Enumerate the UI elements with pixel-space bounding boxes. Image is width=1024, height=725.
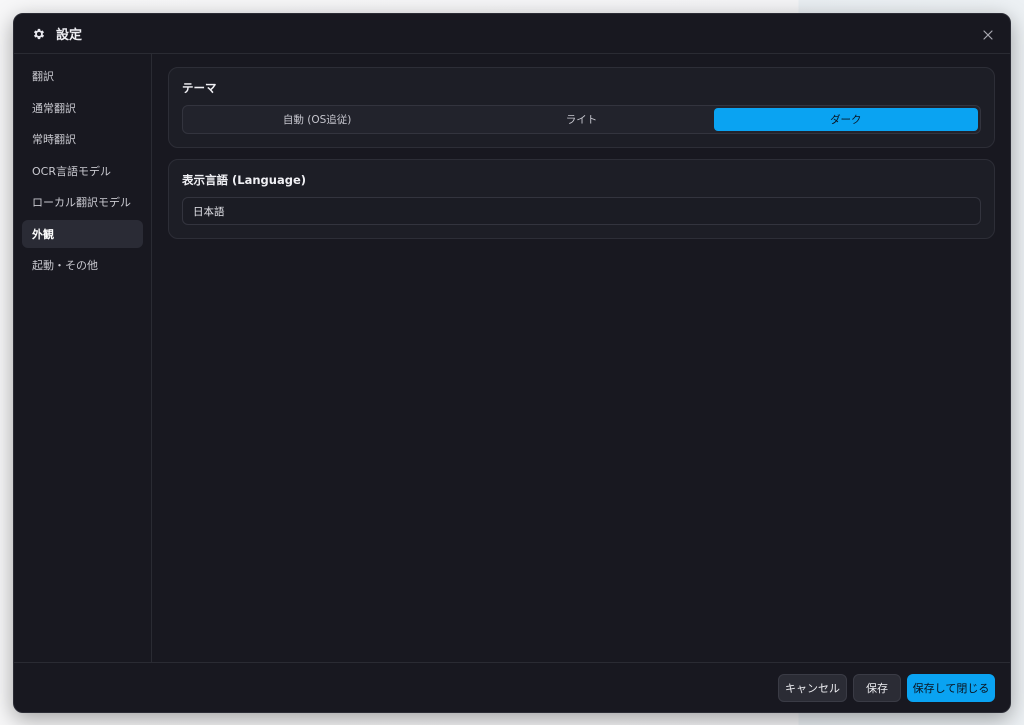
theme-option-light[interactable]: ライト [449,108,713,131]
sidebar-item-local-translation-model[interactable]: ローカル翻訳モデル [22,188,143,216]
theme-selector: 自動 (OS追従) ライト ダーク [182,105,981,134]
language-card: 表示言語 (Language) 日本語 [168,159,995,239]
theme-title: テーマ [182,81,217,95]
theme-card: テーマ 自動 (OS追従) ライト ダーク [168,67,995,148]
theme-option-auto[interactable]: 自動 (OS追従) [185,108,449,131]
sidebar-item-ocr-language-model[interactable]: OCR言語モデル [22,157,143,185]
window-title: 設定 [56,28,83,43]
language-select[interactable]: 日本語 [182,197,981,225]
close-icon [983,25,993,44]
sidebar-item-normal-translation[interactable]: 通常翻訳 [22,94,143,122]
dialog-footer: キャンセル 保存 保存して閉じる [14,662,1010,712]
sidebar-item-translation[interactable]: 翻訳 [22,62,143,90]
cancel-button[interactable]: キャンセル [778,673,847,702]
settings-sidebar: 翻訳 通常翻訳 常時翻訳 OCR言語モデル ローカル翻訳モデル 外観 起動・その… [14,54,152,663]
theme-option-dark[interactable]: ダーク [713,108,978,131]
save-and-close-button[interactable]: 保存して閉じる [907,673,995,702]
settings-window: 設定 翻訳 通常翻訳 常時翻訳 OCR言語モデル ローカル翻訳モデル 外観 起動… [13,13,1011,713]
close-button[interactable] [980,26,996,42]
sidebar-item-startup-other[interactable]: 起動・その他 [22,251,143,279]
language-title: 表示言語 (Language) [182,173,307,187]
gear-icon [32,27,46,41]
sidebar-item-appearance[interactable]: 外観 [22,219,143,248]
title-bar: 設定 [14,14,1010,54]
settings-content: テーマ 自動 (OS追従) ライト ダーク 表示言語 (Language) 日本… [153,54,1010,663]
sidebar-item-continuous-translation[interactable]: 常時翻訳 [22,125,143,153]
save-button[interactable]: 保存 [853,673,901,702]
